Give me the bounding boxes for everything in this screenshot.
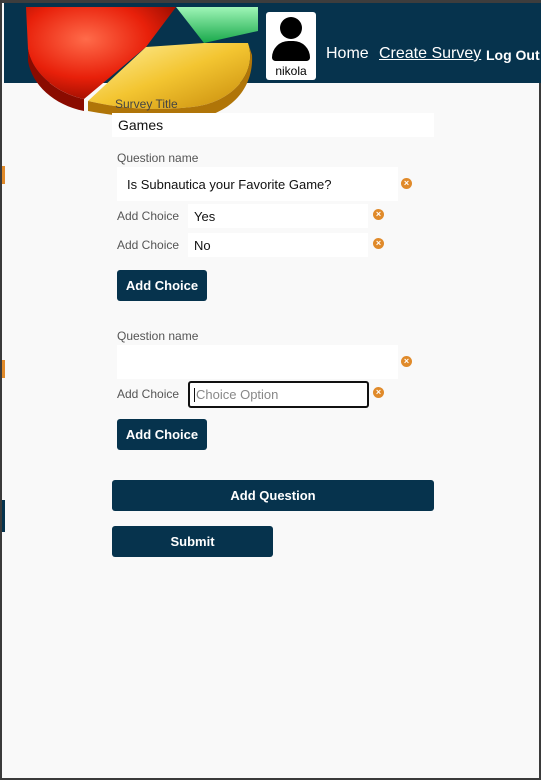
question-name-label: Question name bbox=[117, 151, 199, 165]
remove-question-icon[interactable]: × bbox=[401, 356, 412, 367]
add-choice-label: Add Choice bbox=[117, 238, 180, 252]
user-avatar-button[interactable]: nikola bbox=[266, 12, 316, 80]
user-avatar-icon bbox=[280, 17, 302, 39]
remove-choice-icon[interactable]: × bbox=[373, 238, 384, 249]
side-scroll-bar bbox=[2, 500, 5, 532]
nav-home-link[interactable]: Home bbox=[326, 45, 369, 63]
submit-button[interactable]: Submit bbox=[112, 526, 273, 557]
side-scroll-marker bbox=[2, 360, 5, 378]
add-choice-button[interactable]: Add Choice bbox=[117, 419, 207, 450]
header-bar: nikola Home Create Survey Log Out bbox=[4, 3, 541, 120]
app-window: nikola Home Create Survey Log Out Survey… bbox=[0, 0, 541, 780]
remove-choice-icon[interactable]: × bbox=[373, 387, 384, 398]
nav-logout-link[interactable]: Log Out bbox=[486, 47, 540, 63]
survey-title-label: Survey Title bbox=[115, 97, 178, 111]
choice-input[interactable]: Yes bbox=[188, 204, 368, 228]
question-name-input[interactable] bbox=[117, 345, 398, 379]
side-scroll-marker bbox=[2, 166, 5, 184]
user-name: nikola bbox=[275, 64, 307, 78]
add-question-button[interactable]: Add Question bbox=[112, 480, 434, 511]
remove-question-icon[interactable]: × bbox=[401, 178, 412, 189]
user-avatar-icon-body bbox=[272, 41, 310, 61]
text-caret bbox=[194, 387, 195, 402]
remove-choice-icon[interactable]: × bbox=[373, 209, 384, 220]
survey-title-input[interactable]: Games bbox=[112, 113, 434, 137]
add-choice-button[interactable]: Add Choice bbox=[117, 270, 207, 301]
question-name-input[interactable]: Is Subnautica your Favorite Game? bbox=[117, 167, 398, 201]
add-choice-label: Add Choice bbox=[117, 387, 180, 401]
question-name-label: Question name bbox=[117, 329, 199, 343]
add-choice-label: Add Choice bbox=[117, 209, 180, 223]
choice-input[interactable]: No bbox=[188, 233, 368, 257]
choice-input[interactable]: Choice Option bbox=[188, 381, 369, 408]
choice-input-placeholder: Choice Option bbox=[196, 387, 279, 402]
nav-create-survey-link[interactable]: Create Survey bbox=[379, 45, 481, 63]
